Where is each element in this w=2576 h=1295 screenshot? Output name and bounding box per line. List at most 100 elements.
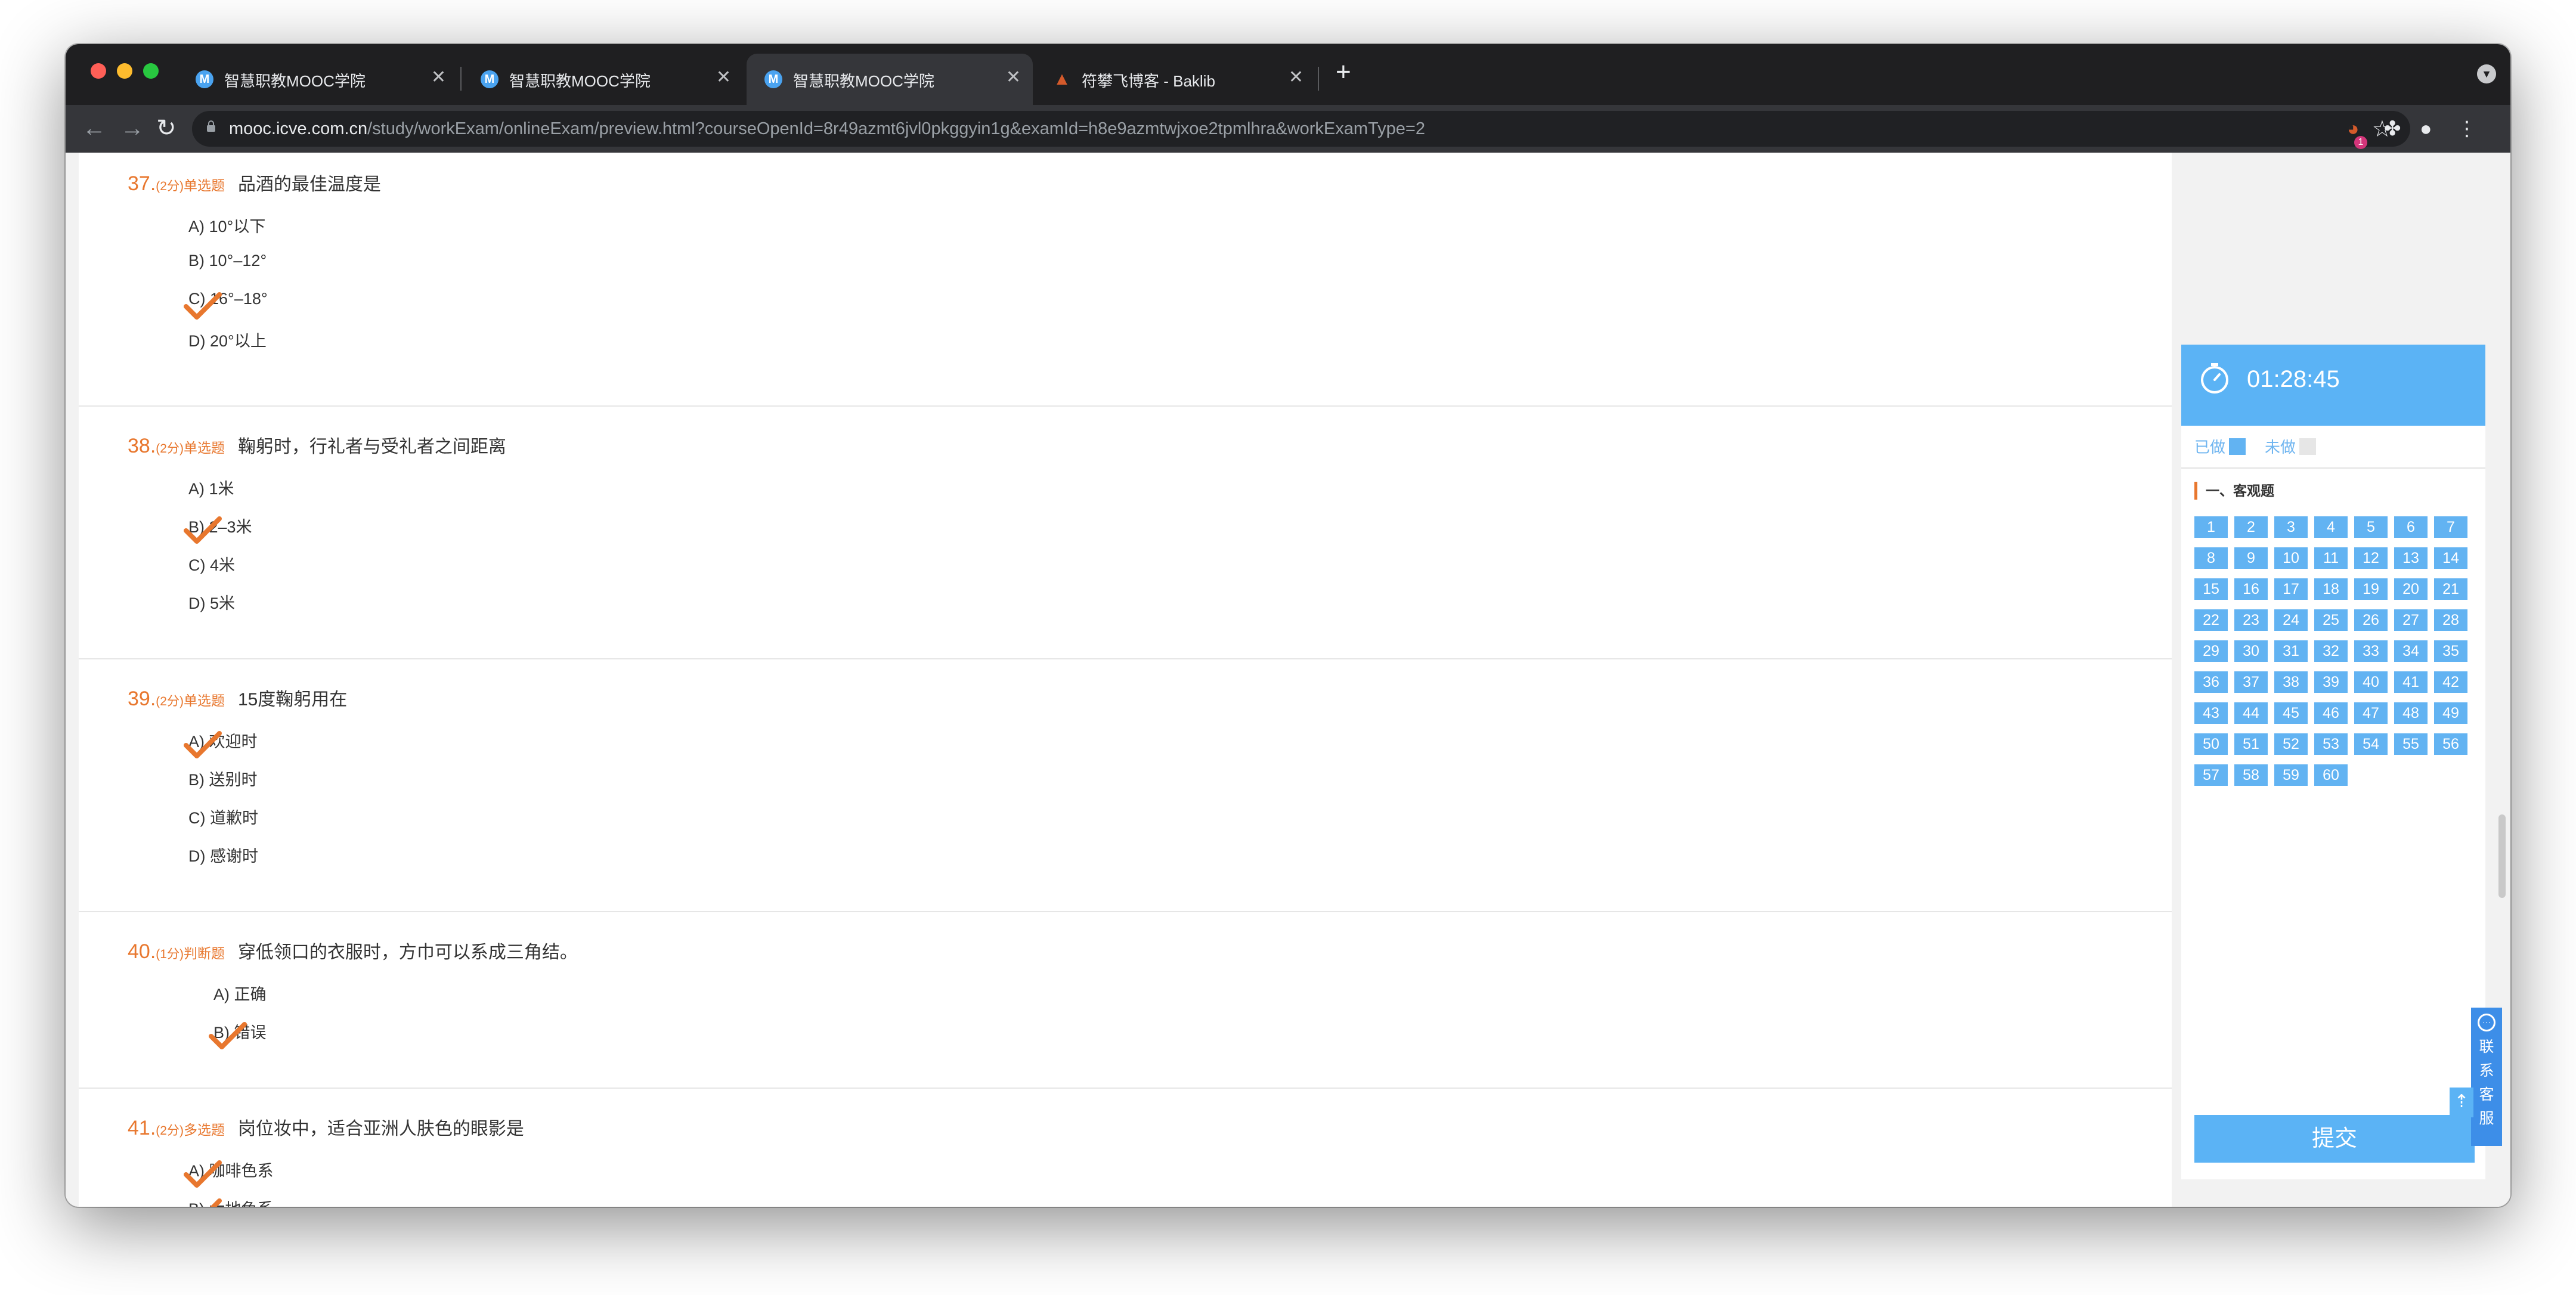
question-nav-item[interactable]: 30 [2234,640,2268,662]
question-nav-item[interactable]: 4 [2314,516,2348,538]
more-menu-icon[interactable]: ⋮ [2457,117,2477,141]
question-nav-item[interactable]: 13 [2394,547,2428,569]
answer-option[interactable]: B) 10°–12° [188,252,267,270]
exam-timer: 01:28:45 [2181,345,2485,426]
question-nav-item[interactable]: 52 [2274,733,2308,755]
question-nav-item[interactable]: 29 [2194,640,2228,662]
answer-option[interactable]: D) 20°以上 [188,328,267,351]
question-nav-item[interactable]: 39 [2314,671,2348,693]
minimize-window-button[interactable] [117,63,132,79]
question-nav-item[interactable]: 19 [2354,578,2388,600]
question-nav-item[interactable]: 18 [2314,578,2348,600]
browser-tab-4[interactable]: ▲ 符攀飞博客 - Baklib ✕ [1035,54,1315,105]
question-nav-item[interactable]: 16 [2234,578,2268,600]
question-nav-item[interactable]: 57 [2194,764,2228,786]
url-text[interactable]: mooc.icve.com.cn/study/workExam/onlineEx… [229,119,1425,139]
question-nav-item[interactable]: 31 [2274,640,2308,662]
question-nav-item[interactable]: 27 [2394,609,2428,631]
question-nav-item[interactable]: 56 [2434,733,2467,755]
answer-option[interactable]: A) 10°以下 [188,213,265,237]
question-nav-item[interactable]: 55 [2394,733,2428,755]
question-nav-item[interactable]: 6 [2394,516,2428,538]
question-nav-item[interactable]: 54 [2354,733,2388,755]
answer-option[interactable]: A) 1米 [188,476,234,499]
question-nav-item[interactable]: 5 [2354,516,2388,538]
exam-question-list: 37.(2分)单选题 品酒的最佳温度是 A) 10°以下 B) 10°–12° C) 1… [79,153,2172,1207]
question-nav-item[interactable]: 20 [2394,578,2428,600]
question-nav-item[interactable]: 43 [2194,702,2228,724]
question-score: (2分) [156,179,184,193]
question-nav-item[interactable]: 2 [2234,516,2268,538]
question-nav-item[interactable]: 58 [2234,764,2268,786]
question-nav-item[interactable]: 44 [2234,702,2268,724]
question-nav-item[interactable]: 9 [2234,547,2268,569]
question-nav-item[interactable]: 60 [2314,764,2348,786]
question-nav-item[interactable]: 59 [2274,764,2308,786]
question-nav-item[interactable]: 22 [2194,609,2228,631]
browser-tab-1[interactable]: M 智慧职教MOOC学院 ✕ [178,54,458,105]
question-nav-item[interactable]: 42 [2434,671,2467,693]
tab-close-icon[interactable]: ✕ [431,67,446,88]
question-nav-item[interactable]: 17 [2274,578,2308,600]
question-nav-item[interactable]: 47 [2354,702,2388,724]
question-nav-item[interactable]: 51 [2234,733,2268,755]
answer-option[interactable]: D) 5米 [188,590,235,614]
question-nav-item[interactable]: 21 [2434,578,2467,600]
question-nav-item[interactable]: 28 [2434,609,2467,631]
answer-option[interactable]: A) 正确 [213,981,267,1005]
question-nav-item[interactable]: 3 [2274,516,2308,538]
question-nav-item[interactable]: 26 [2354,609,2388,631]
question-nav-item[interactable]: 36 [2194,671,2228,693]
tab-search-chevron-icon[interactable]: ▼ [2477,64,2496,83]
question-nav-item[interactable]: 40 [2354,671,2388,693]
question-nav-item[interactable]: 34 [2394,640,2428,662]
question-nav-item[interactable]: 7 [2434,516,2467,538]
question-nav-item[interactable]: 11 [2314,547,2348,569]
tab-close-icon[interactable]: ✕ [716,67,731,88]
question-nav-item[interactable]: 38 [2274,671,2308,693]
question-nav-item[interactable]: 33 [2354,640,2388,662]
question-nav-item[interactable]: 10 [2274,547,2308,569]
new-tab-button[interactable]: + [1336,57,1351,87]
question-nav-item[interactable]: 25 [2314,609,2348,631]
question-nav-item[interactable]: 1 [2194,516,2228,538]
submit-button[interactable]: 提交 [2194,1115,2475,1163]
page-scrollbar[interactable] [2498,814,2506,898]
question-nav-item[interactable]: 12 [2354,547,2388,569]
answer-option[interactable]: C) 道歉时 [188,805,258,828]
forward-arrow-icon[interactable]: → [120,113,144,143]
question-nav-item[interactable]: 46 [2314,702,2348,724]
question-nav-item[interactable]: 14 [2434,547,2467,569]
answer-option[interactable]: D) 感谢时 [188,843,258,866]
reload-icon[interactable]: ↻ [156,113,177,143]
tab-close-icon[interactable]: ✕ [1289,67,1304,88]
question-nav-item[interactable]: 45 [2274,702,2308,724]
question-nav-item[interactable]: 37 [2234,671,2268,693]
question-nav-item[interactable]: 24 [2274,609,2308,631]
address-bar[interactable]: mooc.icve.com.cn/study/workExam/onlineEx… [192,111,2410,147]
answer-option[interactable]: B) 送别时 [188,767,258,790]
maximize-window-button[interactable] [143,63,159,79]
answer-option[interactable]: C) 4米 [188,552,235,575]
question-nav-item[interactable]: 53 [2314,733,2348,755]
panel-divider [2181,467,2485,469]
question-nav-item[interactable]: 32 [2314,640,2348,662]
question-nav-item[interactable]: 15 [2194,578,2228,600]
close-window-button[interactable] [91,63,106,79]
back-to-top-button[interactable]: ⇡ [2450,1088,2473,1117]
question-nav-item[interactable]: 23 [2234,609,2268,631]
contact-service-button[interactable]: ··· 联系客服 [2471,1008,2502,1146]
back-arrow-icon[interactable]: ← [82,113,106,143]
question-header: 40.(1分)判断题 穿低领口的衣服时，方巾可以系成三角结。 [128,937,578,963]
question-nav-item[interactable]: 41 [2394,671,2428,693]
question-nav-item[interactable]: 48 [2394,702,2428,724]
question-nav-item[interactable]: 49 [2434,702,2467,724]
question-nav-item[interactable]: 8 [2194,547,2228,569]
question-nav-item[interactable]: 35 [2434,640,2467,662]
browser-tab-2[interactable]: M 智慧职教MOOC学院 ✕ [463,54,743,105]
question-nav-item[interactable]: 50 [2194,733,2228,755]
profile-avatar-icon[interactable]: ● [2420,117,2432,141]
browser-tab-3-active[interactable]: M 智慧职教MOOC学院 ✕ [747,54,1033,105]
puzzle-extensions-icon[interactable]: ✤ [2384,117,2401,141]
tab-close-icon[interactable]: ✕ [1006,67,1021,88]
